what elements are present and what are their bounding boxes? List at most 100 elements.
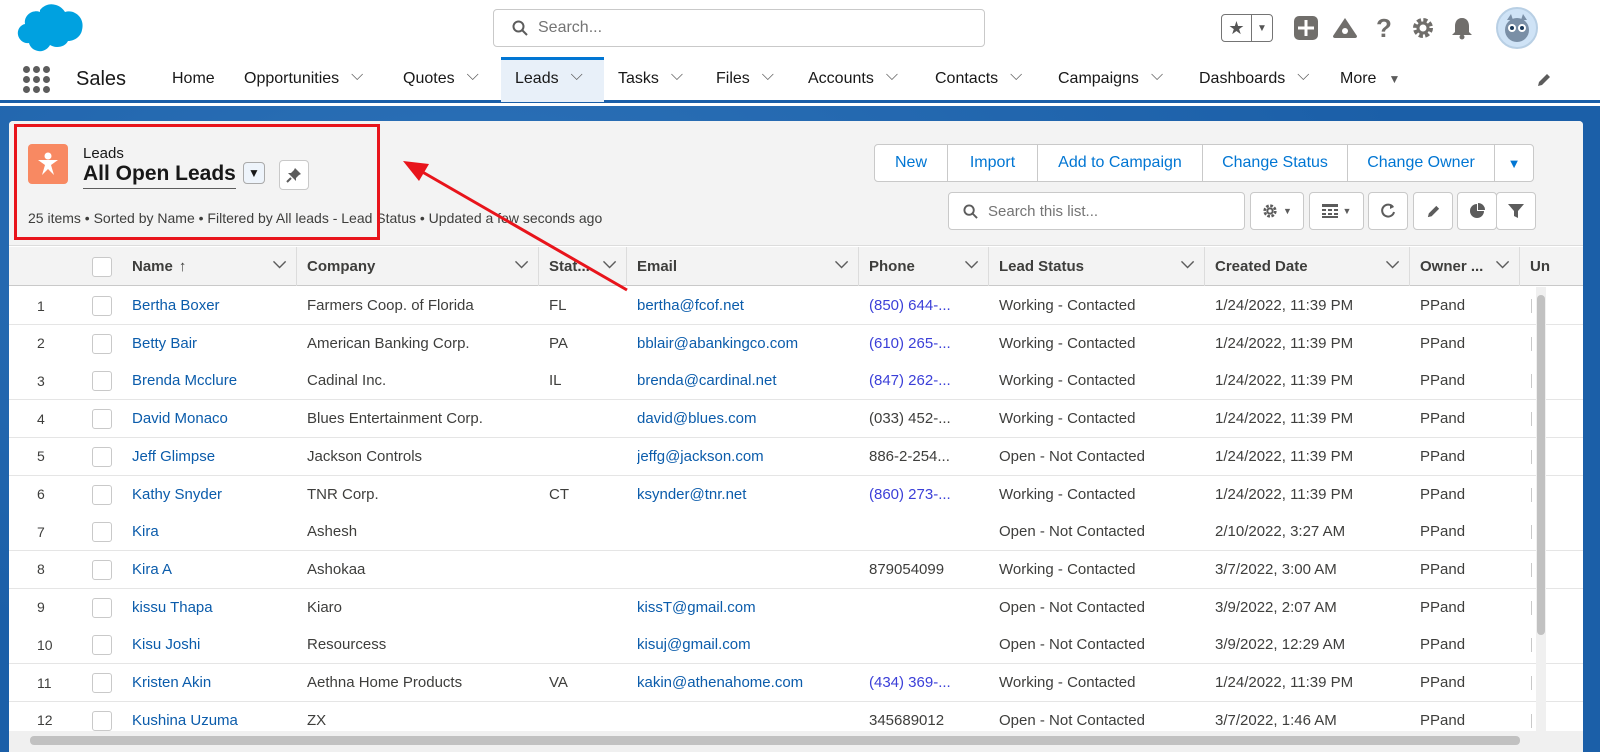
nav-tab-leads[interactable]: Leads ⌵ (501, 56, 604, 102)
chevron-down-icon[interactable]: ⌵ (671, 67, 683, 85)
row-checkbox[interactable] (92, 635, 112, 656)
column-menu-chevron-icon[interactable]: ⌵ (835, 253, 848, 273)
column-header-phone[interactable]: Phone ⌵ (859, 247, 989, 286)
row-checkbox[interactable] (92, 484, 112, 505)
global-search[interactable] (493, 9, 985, 47)
column-menu-chevron-icon[interactable]: ⌵ (273, 253, 286, 273)
chevron-down-icon[interactable]: ⌵ (351, 67, 363, 85)
row-action-menu-edge[interactable] (1531, 336, 1535, 351)
chevron-down-icon[interactable]: ⌵ (1010, 67, 1022, 85)
cell-phone[interactable]: (860) 273-... (869, 476, 979, 513)
cell-name[interactable]: Kristen Akin (132, 664, 297, 701)
user-avatar[interactable] (1496, 7, 1538, 49)
cell-email[interactable]: david@blues.com (637, 400, 859, 437)
table-row[interactable]: 11 Kristen Akin Aethna Home Products VA kaki… (9, 664, 1583, 702)
refresh-button[interactable] (1368, 192, 1408, 230)
import-button[interactable]: Import (948, 145, 1038, 181)
row-checkbox[interactable] (92, 673, 112, 693)
favorites-caret-icon[interactable]: ▼ (1252, 15, 1272, 41)
change-owner-button[interactable]: Change Owner (1348, 145, 1495, 181)
row-checkbox[interactable] (92, 710, 112, 731)
cell-email[interactable]: kakin@athenahome.com (637, 664, 859, 701)
row-checkbox[interactable] (92, 559, 112, 580)
chevron-down-icon[interactable]: ⌵ (1297, 67, 1309, 85)
inline-edit-button[interactable] (1413, 192, 1453, 230)
cell-email[interactable]: jeffg@jackson.com (637, 438, 859, 475)
cell-email[interactable] (637, 513, 859, 550)
row-action-menu-edge[interactable] (1531, 374, 1535, 389)
cell-email[interactable]: bertha@fcof.net (637, 287, 859, 324)
cell-email[interactable]: ksynder@tnr.net (637, 476, 859, 513)
chevron-down-icon[interactable]: ⌵ (1151, 67, 1163, 85)
row-action-menu-edge[interactable] (1531, 713, 1535, 728)
table-row[interactable]: 1 Bertha Boxer Farmers Coop. of Florida FL b… (9, 287, 1583, 325)
list-search[interactable] (948, 192, 1245, 230)
row-action-menu-edge[interactable] (1531, 638, 1535, 653)
help-icon[interactable]: ? (1371, 13, 1397, 43)
column-header-owner[interactable]: Owner ... ⌵ (1410, 247, 1520, 286)
cell-phone[interactable]: (610) 265-... (869, 325, 979, 362)
column-menu-chevron-icon[interactable]: ⌵ (965, 253, 978, 273)
sort-ascending-arrow-icon[interactable]: ↑ (179, 258, 187, 275)
add-to-campaign-button[interactable]: Add to Campaign (1038, 145, 1203, 181)
star-icon[interactable]: ★ (1222, 15, 1252, 41)
cell-email[interactable]: kisuj@gmail.com (637, 626, 859, 663)
row-action-menu-edge[interactable] (1531, 412, 1535, 427)
horizontal-scrollbar[interactable] (0, 731, 1583, 752)
row-checkbox[interactable] (92, 522, 112, 543)
list-search-input[interactable] (988, 202, 1238, 220)
cell-name[interactable]: Betty Bair (132, 325, 297, 362)
cell-phone[interactable]: (434) 369-... (869, 664, 979, 701)
gear-icon[interactable] (1410, 14, 1436, 42)
row-action-menu-edge[interactable] (1531, 487, 1535, 502)
row-action-menu-edge[interactable] (1531, 600, 1535, 615)
cell-name[interactable]: Brenda Mcclure (132, 362, 297, 399)
cell-phone[interactable]: (850) 644-... (869, 287, 979, 324)
row-action-menu-edge[interactable] (1531, 525, 1535, 540)
charts-button[interactable] (1457, 192, 1497, 230)
row-action-menu-edge[interactable] (1531, 562, 1535, 577)
table-row[interactable]: 7 Kira Ashesh Open - Not Contacted 2/10/2022… (9, 513, 1583, 552)
bell-icon[interactable] (1449, 14, 1475, 42)
row-action-menu-edge[interactable] (1531, 299, 1535, 313)
cell-name[interactable]: Kathy Snyder (132, 476, 297, 513)
change-status-button[interactable]: Change Status (1203, 145, 1348, 181)
row-checkbox[interactable] (92, 371, 112, 392)
table-row[interactable]: 4 David Monaco Blues Entertainment Corp. da… (9, 400, 1583, 439)
table-row[interactable]: 3 Brenda Mcclure Cadinal Inc. IL brenda@card… (9, 362, 1583, 401)
cell-name[interactable]: David Monaco (132, 400, 297, 437)
cell-phone[interactable]: (847) 262-... (869, 362, 979, 399)
trailhead-icon[interactable] (1332, 14, 1358, 42)
nav-tab-home[interactable]: Home (158, 57, 230, 102)
cell-name[interactable]: Kira (132, 513, 297, 550)
table-row[interactable]: 9 kissu Thapa Kiaro kissT@gmail.com Open - N… (9, 588, 1583, 627)
nav-tab-campaigns[interactable]: Campaigns ⌵ (1044, 57, 1185, 102)
cell-name[interactable]: Kisu Joshi (132, 626, 297, 663)
plus-icon[interactable] (1293, 14, 1319, 42)
cell-email[interactable] (637, 551, 859, 588)
column-header-created-date[interactable]: Created Date ⌵ (1205, 247, 1410, 286)
column-header-unread[interactable]: Un (1520, 247, 1560, 286)
cell-name[interactable]: Jeff Glimpse (132, 438, 297, 475)
row-checkbox[interactable] (92, 446, 112, 467)
chevron-down-icon[interactable]: ⌵ (762, 67, 774, 85)
chevron-down-icon[interactable]: ⌵ (886, 67, 898, 85)
nav-tab-files[interactable]: Files ⌵ (702, 57, 794, 102)
column-menu-chevron-icon[interactable]: ⌵ (1181, 253, 1194, 273)
table-row[interactable]: 8 Kira A Ashokaa 879054099 Working - Contact… (9, 550, 1583, 589)
table-row[interactable]: 10 Kisu Joshi Resourcess kisuj@gmail.com Ope… (9, 626, 1583, 665)
salesforce-logo-icon[interactable] (10, 2, 84, 54)
nav-tab-accounts[interactable]: Accounts ⌵ (794, 57, 921, 102)
row-action-menu-edge[interactable] (1531, 449, 1535, 464)
cell-name[interactable]: kissu Thapa (132, 589, 297, 626)
column-menu-chevron-icon[interactable]: ⌵ (1386, 253, 1399, 273)
column-header-email[interactable]: Email ⌵ (627, 247, 859, 286)
app-launcher-icon[interactable] (23, 65, 50, 93)
column-header-name[interactable]: Name ↑ ⌵ (122, 247, 297, 286)
cell-name[interactable]: Kira A (132, 551, 297, 588)
table-row[interactable]: 2 Betty Bair American Banking Corp. PA bblai… (9, 324, 1583, 363)
row-checkbox[interactable] (92, 409, 112, 430)
filter-button[interactable] (1496, 192, 1536, 230)
chevron-down-icon[interactable]: ⌵ (571, 67, 583, 85)
nav-tab-opportunities[interactable]: Opportunities ⌵ (230, 57, 389, 102)
